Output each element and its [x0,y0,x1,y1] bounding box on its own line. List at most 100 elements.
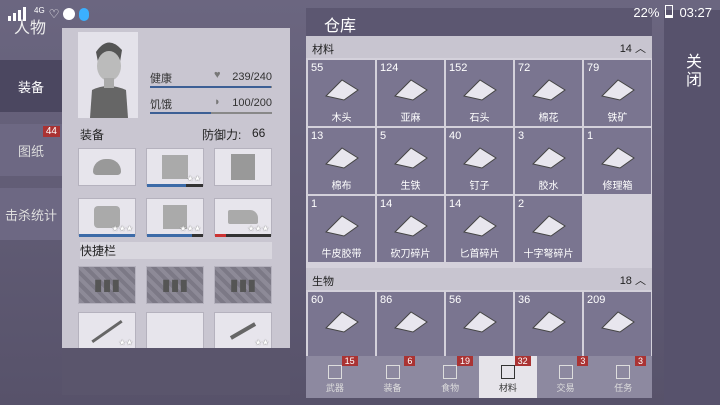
inventory-item[interactable]: 36 [515,292,582,356]
tab-blueprints[interactable]: 图纸 44 [0,124,62,176]
tape-icon [320,210,364,240]
tab-icon [327,365,342,379]
item-quantity: 2 [518,198,525,210]
tab-3[interactable]: 32 材料 [479,356,537,398]
tab-kill-stats[interactable]: 击杀统计 [0,188,62,240]
item-quantity: 124 [380,62,399,74]
equip-slot-feet[interactable]: ★★★ [214,198,272,237]
character-footer [62,348,290,395]
quick-slot-knife[interactable]: ★★ [214,312,272,351]
chevron-up-icon: ︿ [635,275,646,287]
inventory-item[interactable]: 2 十字弩碎片 [515,196,582,262]
glue-icon [527,142,571,172]
durability-bar [147,234,203,237]
inventory-item[interactable]: 124 亚麻 [377,60,444,126]
flax-icon [389,74,433,104]
tab-2[interactable]: 19 食物 [421,356,479,398]
inventory-item[interactable]: 152 石头 [446,60,513,126]
tab-label: 材料 [498,383,517,393]
equip-slot-cloak[interactable] [214,148,272,186]
quality-stars: ★★ [186,174,201,183]
crossbow-shard-icon [527,210,571,240]
tab-badge: 19 [457,356,474,366]
equip-slot-head[interactable] [78,148,136,186]
item-quantity: 152 [449,62,468,74]
tab-1[interactable]: 6 装备 [364,356,422,398]
item-name: 棉布 [331,181,352,192]
quality-stars: ★★ [118,338,133,347]
inventory-item[interactable]: 209 [584,292,651,356]
item-quantity: 1 [311,198,318,210]
item-quantity: 79 [587,62,600,74]
item-name: 亚麻 [400,113,421,124]
item-quantity: 55 [311,62,324,74]
tab-icon [385,365,400,379]
inventory-item[interactable]: 13 棉布 [308,128,375,194]
category-header[interactable]: 生物 18 ︿ [306,268,652,290]
quality-stars: ★★★ [111,224,133,233]
inventory-item[interactable]: 1 修理箱 [584,128,651,194]
battery-icon [665,5,674,18]
inventory-item[interactable]: 40 钉子 [446,128,513,194]
tab-icon [443,365,458,379]
inventory-item[interactable]: 1 牛皮胶带 [308,196,375,262]
inventory-item[interactable]: 60 [308,292,375,356]
shield-icon: ♡ [48,7,60,21]
inventory-item[interactable]: 14 匕首碎片 [446,196,513,262]
inventory-item[interactable]: 79 铁矿 [584,60,651,126]
health-label: 健康 [150,73,172,85]
equip-slot-hands[interactable]: ★★★ [78,198,136,237]
item-name: 修理箱 [602,181,633,192]
tab-label: 食物 [441,383,460,393]
shoes-icon [228,210,258,224]
tab-equipment[interactable]: 装备 [0,60,62,112]
item-name: 钉子 [469,181,490,192]
quick-slot-empty[interactable] [146,312,204,350]
tab-badge: 3 [635,356,647,366]
tab-4[interactable]: 3 交易 [537,356,595,398]
quick-slot-spear[interactable]: ★★ [78,312,136,351]
hat-icon [93,159,121,175]
close-button[interactable]: 关闭 [664,10,720,405]
item-quantity: 60 [311,294,324,306]
hunger-label: 饥饿 [150,99,172,111]
durability-bar [215,234,271,237]
item-quantity: 209 [587,294,606,306]
inventory-item[interactable]: 5 生铁 [377,128,444,194]
bullets-icon: ▮▮▮ [93,277,121,294]
tab-label: 击杀统计 [4,207,57,223]
item-quantity: 13 [311,130,324,142]
equip-slot-legs[interactable]: ★★★ [146,198,204,237]
category-header[interactable]: 材料 14 ︿ [306,36,652,58]
defense-value: 66 [252,126,266,140]
item-quantity: 56 [449,294,462,306]
tab-5[interactable]: 3 任务 [594,356,652,398]
quality-stars: ★★★ [179,224,201,233]
item-quantity: 86 [380,294,393,306]
warehouse-panel: 材料 14 ︿ 55 木头 124 亚麻 152 石头 72 棉花 79 铁矿 13 棉布 5… [306,36,652,356]
log-icon [320,74,364,104]
cotton-icon [527,74,571,104]
item-quantity: 14 [449,198,462,210]
nails-icon [458,142,502,172]
inventory-item[interactable]: 14 砍刀碎片 [377,196,444,262]
item-name: 铁矿 [607,113,628,124]
tab-icon [616,365,631,379]
inventory-item[interactable]: 86 [377,292,444,356]
battery-level: 22% [633,5,660,20]
knife-icon [229,322,257,340]
inventory-item[interactable]: 56 [446,292,513,356]
inventory-item[interactable]: 3 胶水 [515,128,582,194]
chevron-up-icon: ︿ [635,43,646,55]
item-quantity: 3 [518,130,525,142]
quality-stars: ★★★ [247,224,269,233]
item-name: 牛皮胶带 [321,249,362,260]
inventory-item[interactable]: 72 棉花 [515,60,582,126]
network-type: 4G [34,5,45,15]
item-name: 石头 [469,113,490,124]
category-name: 材料 [312,44,334,56]
tab-0[interactable]: 15 武器 [306,356,364,398]
equip-slot-body[interactable]: ★★ [146,148,204,187]
inventory-item[interactable]: 55 木头 [308,60,375,126]
tab-icon [558,365,573,379]
